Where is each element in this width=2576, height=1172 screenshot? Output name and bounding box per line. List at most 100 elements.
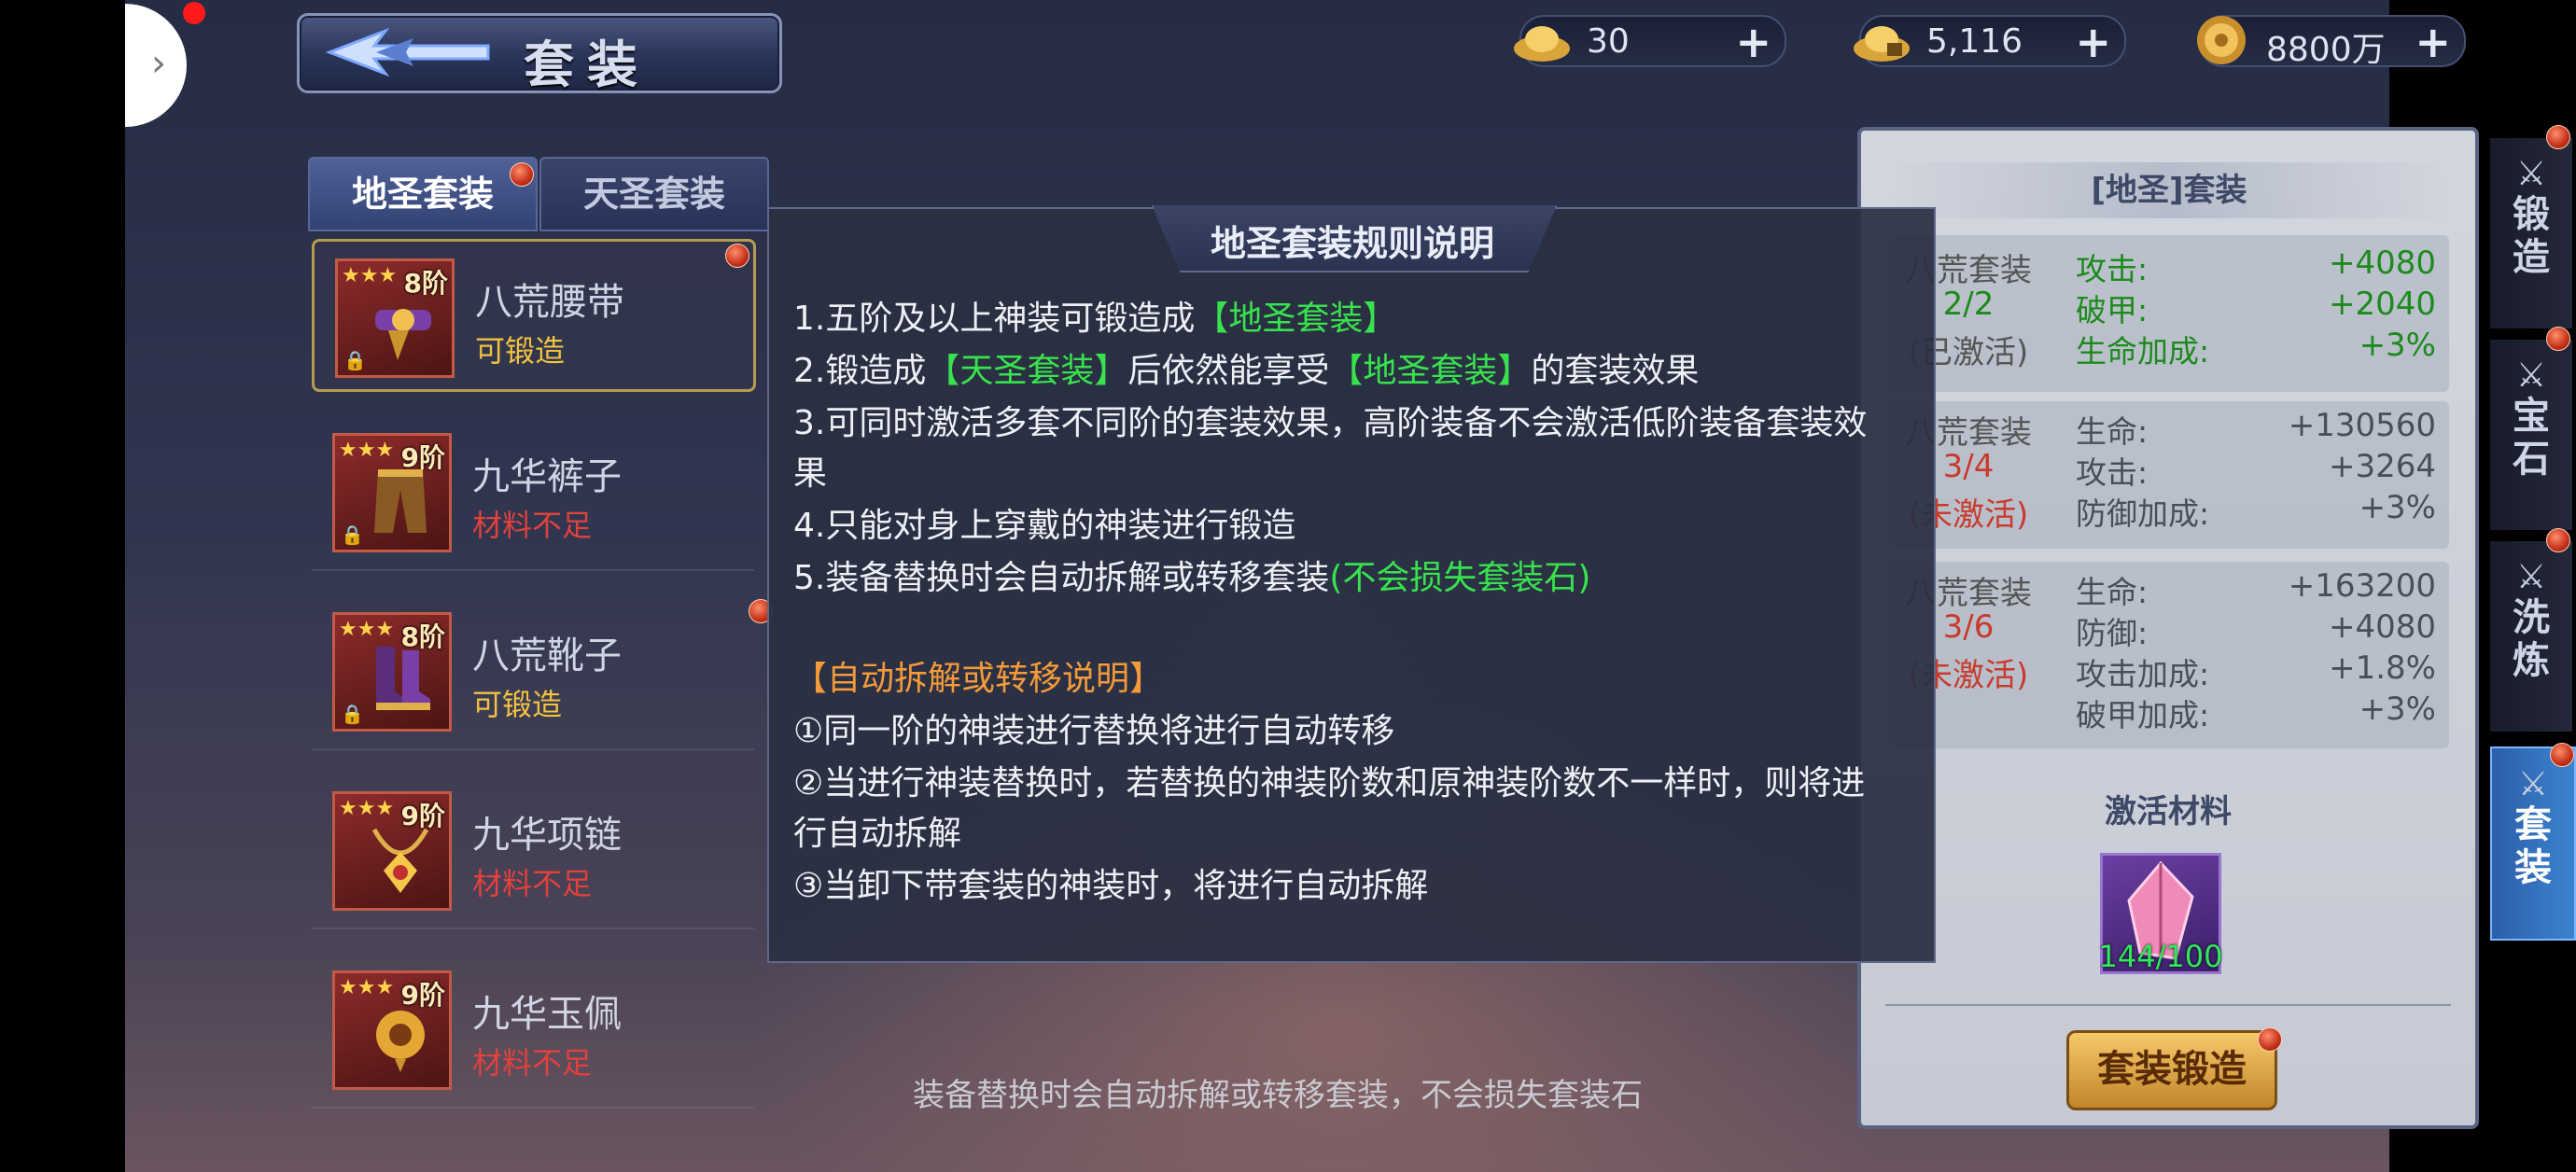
title-bar: 套装 [297, 13, 782, 94]
tab-label: 地圣套装 [351, 174, 494, 215]
rules-dialog[interactable]: 地圣套装规则说明 1.五阶及以上神装可锻造成【地圣套装】 2.锻造成【天圣套装】… [767, 205, 1936, 963]
equipment-icon: ★★★ 🔒 9阶 [332, 433, 452, 552]
refine-glyph-icon: ⚔ [2515, 558, 2547, 596]
equipment-status: 材料不足 [472, 508, 593, 543]
rule-line: 2.锻造成【天圣套装】后依然能享受【地圣套装】的套装效果 [793, 345, 1913, 398]
back-arrow-icon[interactable] [320, 25, 497, 79]
stat-label: 生命: [2076, 574, 2149, 610]
chevron-right-icon: › [151, 42, 166, 85]
stat-value: +3% [2359, 489, 2436, 526]
star-icon: ★★★ [339, 439, 395, 462]
notification-dot [2546, 125, 2570, 149]
currency-bound-gold: 5,116 + [1854, 15, 2126, 67]
tab-tiansheng-set[interactable]: 天圣套装 [539, 157, 769, 231]
set-forge-button[interactable]: 套装锻造 [2066, 1027, 2282, 1110]
equipment-status: 可锻造 [475, 333, 566, 369]
set-glyph-icon: ⚔ [2517, 765, 2549, 803]
subsection-title: 【自动拆解或转移说明】 [793, 660, 1164, 698]
equipment-status: 材料不足 [472, 1045, 593, 1081]
rule-line: 行自动拆解 [793, 815, 962, 853]
notification-dot [183, 2, 205, 24]
star-icon: ★★★ [339, 618, 395, 641]
stat-value: +3% [2359, 327, 2436, 364]
rule-line: ②当进行神装替换时，若替换的神装阶数和原神装阶数不一样时，则将进 [793, 764, 1866, 802]
equipment-name: 九华项链 [472, 814, 622, 857]
stat-label: 防御: [2076, 615, 2149, 651]
equipment-name: 八荒靴子 [472, 635, 622, 677]
list-item[interactable]: ★★★ 🔒 8阶 八荒靴子 可锻造 [312, 595, 773, 750]
list-item[interactable]: ★★★ 🔒 9阶 九华裤子 材料不足 [312, 416, 754, 571]
gem-glyph-icon: ⚔ [2515, 356, 2547, 395]
forge-button-label: 套装锻造 [2097, 1048, 2247, 1091]
stat-value: +4080 [2328, 608, 2436, 646]
list-item[interactable]: ★★★ 9阶 九华玉佩 材料不足 [312, 954, 754, 1109]
equipment-status: 材料不足 [472, 866, 593, 901]
equipment-icon: ★★★ 9阶 [332, 970, 452, 1090]
page-title: 套装 [524, 35, 651, 94]
add-gold-button[interactable]: + [1735, 17, 1771, 67]
stat-label: 生命: [2076, 413, 2149, 450]
pants-icon [374, 469, 427, 533]
currency-coin: 8800万 + [2197, 15, 2466, 69]
stat-label: 破甲: [2076, 292, 2149, 328]
equipment-name: 九华裤子 [472, 455, 622, 498]
belt-icon [375, 309, 431, 360]
bound-gold-amount: 5,116 [1926, 22, 2023, 61]
set-info-panel: [地圣]套装 八荒套装 2/2 (已激活) 攻击: +4080 破甲: +204… [1857, 127, 2479, 1129]
set-bonus-block: 八荒套装 3/4 (未激活) 生命: +130560 攻击: +3264 防御加… [1889, 401, 2449, 549]
rule-text: 5.装备替换时会自动拆解或转移套装 [793, 559, 1330, 597]
add-coin-button[interactable]: + [2415, 17, 2451, 67]
stat-label: 攻击: [2076, 454, 2149, 491]
sidenav-refine[interactable]: ⚔ 洗炼 [2490, 528, 2572, 732]
rule-line: 果 [793, 454, 828, 493]
stat-value: +3% [2359, 691, 2436, 728]
jade-pendant-icon [376, 1011, 425, 1072]
rule-line: ③当卸下带套装的神装时，将进行自动拆解 [793, 867, 1429, 905]
stat-value: +4080 [2328, 244, 2436, 282]
set-bonus-block: 八荒套装 3/6 (未激活) 生命: +163200 防御: +4080 攻击加… [1889, 562, 2449, 748]
necklace-icon [371, 828, 429, 893]
rule-highlight: 【地圣套装】 [1195, 300, 1397, 338]
tab-label: 天圣套装 [582, 174, 725, 215]
add-bound-gold-button[interactable]: + [2075, 17, 2111, 67]
material-count: 144/100 [2098, 939, 2223, 974]
equipment-list: ★★★ 🔒 8阶 八荒腰带 可锻造 ★★★ 🔒 9阶 九华裤子 材料不足 ★★★… [312, 239, 773, 1133]
sidenav-forge[interactable]: ⚔ 锻造 [2490, 125, 2572, 328]
notification-dot [510, 162, 534, 187]
star-icon: ★★★ [339, 797, 395, 820]
stat-value: +2040 [2328, 286, 2436, 323]
rule-line: 5.装备替换时会自动拆解或转移套装(不会损失套装石) [793, 552, 1913, 605]
rule-text: 的套装效果 [1531, 352, 1700, 390]
lock-icon: 🔒 [343, 349, 367, 371]
rule-highlight: 【地圣套装】 [1329, 352, 1532, 390]
bottom-hint: 装备替换时会自动拆解或转移套装，不会损失套装石 [913, 1077, 1643, 1114]
coin-icon [2197, 16, 2246, 64]
set-bonus-block: 八荒套装 2/2 (已激活) 攻击: +4080 破甲: +2040 生命加成:… [1889, 235, 2449, 392]
forge-glyph-icon: ⚔ [2515, 155, 2547, 193]
dialog-title: 地圣套装规则说明 [1210, 223, 1494, 264]
rule-line: 4.只能对身上穿戴的神装进行锻造 [793, 507, 1296, 545]
boots-icon [376, 647, 430, 710]
list-item[interactable]: ★★★ 9阶 九华项链 材料不足 [312, 774, 754, 929]
equipment-icon: ★★★ 🔒 8阶 [332, 612, 452, 732]
sidenav-label: 宝石 [2513, 395, 2550, 481]
equipment-icon: ★★★ 🔒 8阶 [335, 258, 455, 378]
gold-amount: 30 [1587, 22, 1630, 61]
tab-disheng-set[interactable]: 地圣套装 [308, 157, 538, 231]
stat-label: 防御加成: [2076, 495, 2210, 532]
list-item[interactable]: ★★★ 🔒 8阶 八荒腰带 可锻造 [312, 239, 756, 392]
sidenav-set[interactable]: ⚔ 套装 [2490, 743, 2576, 941]
rule-line: 1.五阶及以上神装可锻造成【地圣套装】 [793, 293, 1913, 345]
material-title: 激活材料 [2105, 793, 2232, 830]
lock-icon: 🔒 [341, 703, 364, 725]
notification-dot [725, 244, 749, 268]
rule-line: ①同一阶的神装进行替换将进行自动转移 [793, 712, 1395, 750]
sidenav-label: 锻造 [2513, 193, 2550, 279]
currency-gold: 30 + [1514, 15, 1786, 67]
sidenav-gem[interactable]: ⚔ 宝石 [2490, 327, 2572, 530]
coin-amount: 8800万 [2266, 31, 2386, 69]
rule-highlight: (不会损失套装石) [1329, 559, 1591, 597]
locked-ingot-icon [1854, 26, 1910, 62]
rule-text: 后依然能享受 [1127, 352, 1330, 390]
stat-label: 攻击加成: [2076, 656, 2210, 692]
